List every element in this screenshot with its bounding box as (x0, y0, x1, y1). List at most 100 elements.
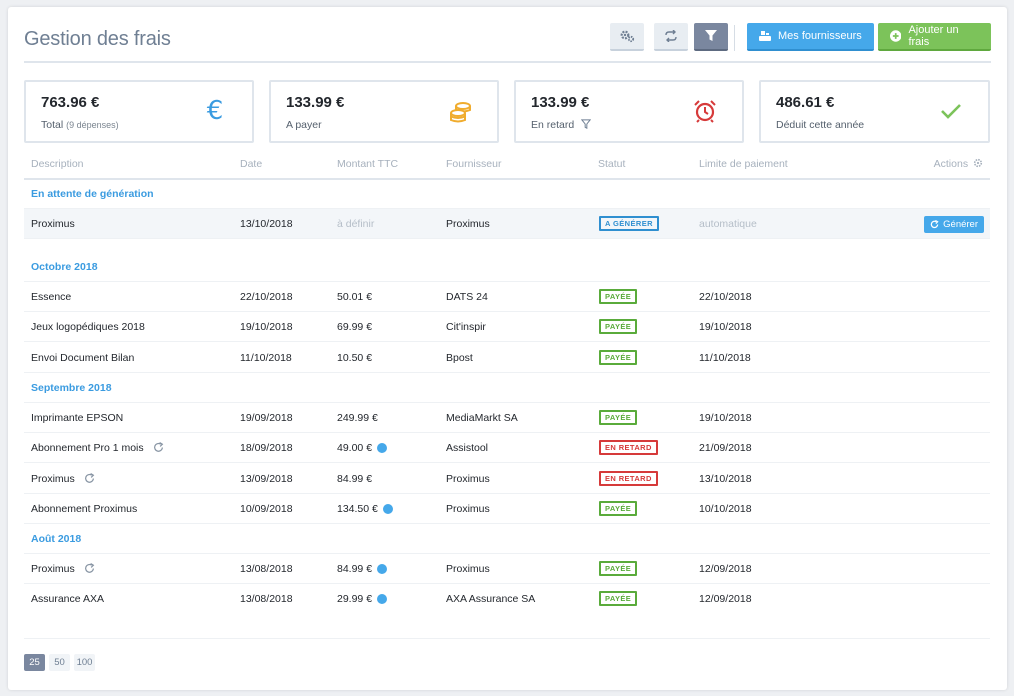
row-payment-limit: 13/10/2018 (699, 473, 752, 485)
status-badge: EN RETARD (599, 471, 658, 486)
filter-small-icon[interactable] (580, 119, 592, 129)
filter-button[interactable] (694, 23, 728, 51)
stat-total-value: 763.96 € (41, 94, 100, 111)
status-badge: PAYÉE (599, 289, 638, 304)
add-expense-button[interactable]: Ajouter un frais (878, 23, 991, 51)
table-header: Description Date Montant TTC Fournisseur… (24, 155, 990, 180)
row-date: 18/09/2018 (240, 442, 293, 454)
filter-icon (705, 30, 717, 41)
row-payment-limit: 12/09/2018 (699, 593, 752, 605)
row-date: 10/09/2018 (240, 503, 293, 515)
row-description: Proximus (31, 218, 75, 230)
stat-deducted-label: Déduit cette année (776, 119, 865, 131)
column-date[interactable]: Date (240, 158, 262, 170)
verified-badge-icon (377, 564, 388, 574)
pagination: 25 50 100 (24, 654, 95, 671)
row-payment-limit: 11/10/2018 (699, 352, 751, 364)
column-actions[interactable]: Actions (934, 158, 983, 170)
column-supplier[interactable]: Fournisseur (446, 158, 501, 170)
row-date: 22/10/2018 (240, 291, 293, 303)
row-date: 19/10/2018 (240, 321, 293, 333)
row-date: 13/08/2018 (240, 593, 293, 605)
row-payment-limit: 21/09/2018 (699, 442, 752, 454)
status-badge: PAYÉE (599, 350, 638, 365)
row-description: Abonnement Pro 1 mois (31, 442, 164, 454)
row-supplier: Assistool (446, 442, 489, 454)
row-amount: 84.99 € (337, 563, 388, 575)
page-size-100[interactable]: 100 (74, 654, 95, 671)
alarm-clock-icon (690, 96, 720, 126)
group-header: Septembre 2018 (24, 374, 990, 403)
row-payment-limit: 19/10/2018 (699, 412, 752, 424)
table-row[interactable]: Abonnement Pro 1 mois 18/09/2018 49.00 €… (24, 433, 990, 463)
recurring-icon (84, 563, 95, 573)
stat-late: 133.99 € En retard (514, 80, 744, 143)
row-amount: 10.50 € (337, 352, 373, 364)
stat-to-pay-value: 133.99 € (286, 94, 345, 111)
row-description: Proximus (31, 563, 95, 575)
verified-badge-icon (377, 443, 388, 453)
column-status[interactable]: Statut (598, 158, 625, 170)
stat-to-pay: 133.99 € A payer (269, 80, 499, 143)
row-supplier: Bpost (446, 352, 473, 364)
table-row[interactable]: Assurance AXA 13/08/2018 29.99 € AXA Ass… (24, 584, 990, 614)
row-description: Jeux logopédiques 2018 (31, 321, 145, 333)
toolbar-divider (734, 25, 735, 51)
recurring-icon (153, 442, 163, 452)
table-row[interactable]: Essence 22/10/2018 50.01 € DATS 24 PAYÉE… (24, 282, 990, 312)
table-row[interactable]: Proximus 13/08/2018 84.99 € Proximus PAY… (24, 554, 990, 584)
status-badge: PAYÉE (599, 319, 638, 334)
row-supplier: AXA Assurance SA (446, 593, 536, 605)
euro-icon: € (206, 96, 224, 126)
group-header: Octobre 2018 (24, 253, 990, 282)
row-supplier: Cit'inspir (446, 321, 486, 333)
page-header: Gestion des frais Mes fournisseurs Ajout… (24, 23, 991, 63)
row-supplier: MediaMarkt SA (446, 412, 518, 424)
recurring-icon (84, 473, 95, 483)
gear-icon[interactable] (973, 158, 983, 168)
row-payment-limit: 10/10/2018 (699, 503, 752, 515)
row-description: Imprimante EPSON (31, 412, 124, 424)
table-row[interactable]: Abonnement Proximus 10/09/2018 134.50 € … (24, 494, 990, 524)
gears-icon (620, 30, 635, 43)
column-amount[interactable]: Montant TTC (337, 158, 398, 170)
table-row[interactable]: Proximus 13/10/2018 à définir Proximus A… (24, 209, 990, 239)
row-payment-limit: 19/10/2018 (699, 321, 752, 333)
page-size-50[interactable]: 50 (49, 654, 70, 671)
transfer-button[interactable] (654, 23, 688, 51)
row-description: Assurance AXA (31, 593, 104, 605)
row-description: Abonnement Proximus (31, 503, 138, 515)
row-supplier: Proximus (446, 473, 490, 485)
row-amount: 29.99 € (337, 593, 388, 605)
table-row[interactable]: Jeux logopédiques 2018 19/10/2018 69.99 … (24, 312, 990, 342)
row-payment-limit: 22/10/2018 (699, 291, 752, 303)
verified-badge-icon (377, 594, 388, 604)
column-payment-limit[interactable]: Limite de paiement (699, 158, 788, 170)
generate-button[interactable]: Générer (924, 216, 984, 233)
stat-deducted: 486.61 € Déduit cette année (759, 80, 990, 143)
row-date: 11/10/2018 (240, 352, 292, 364)
verified-badge-icon (382, 504, 393, 514)
suppliers-button[interactable]: Mes fournisseurs (747, 23, 874, 51)
row-date: 13/08/2018 (240, 563, 293, 575)
table-row[interactable]: Imprimante EPSON 19/09/2018 249.99 € Med… (24, 403, 990, 433)
settings-button[interactable] (610, 23, 644, 51)
row-payment-limit: automatique (699, 218, 757, 230)
page-title: Gestion des frais (24, 28, 171, 50)
row-amount: 249.99 € (337, 412, 378, 424)
row-payment-limit: 12/09/2018 (699, 563, 752, 575)
column-description[interactable]: Description (31, 158, 84, 170)
row-amount: à définir (337, 218, 375, 230)
row-date: 13/09/2018 (240, 473, 293, 485)
table-footer-divider (24, 638, 990, 639)
plus-circle-icon (890, 30, 902, 42)
stat-to-pay-label: A payer (286, 119, 322, 131)
page-size-25[interactable]: 25 (24, 654, 45, 671)
status-badge: EN RETARD (599, 440, 658, 455)
table-row[interactable]: Proximus 13/09/2018 84.99 € Proximus EN … (24, 464, 990, 494)
table-row[interactable]: Envoi Document Bilan 11/10/2018 10.50 € … (24, 343, 990, 373)
row-amount: 134.50 € (337, 503, 393, 515)
row-date: 19/09/2018 (240, 412, 293, 424)
check-icon (936, 96, 966, 126)
status-badge: PAYÉE (599, 410, 638, 425)
